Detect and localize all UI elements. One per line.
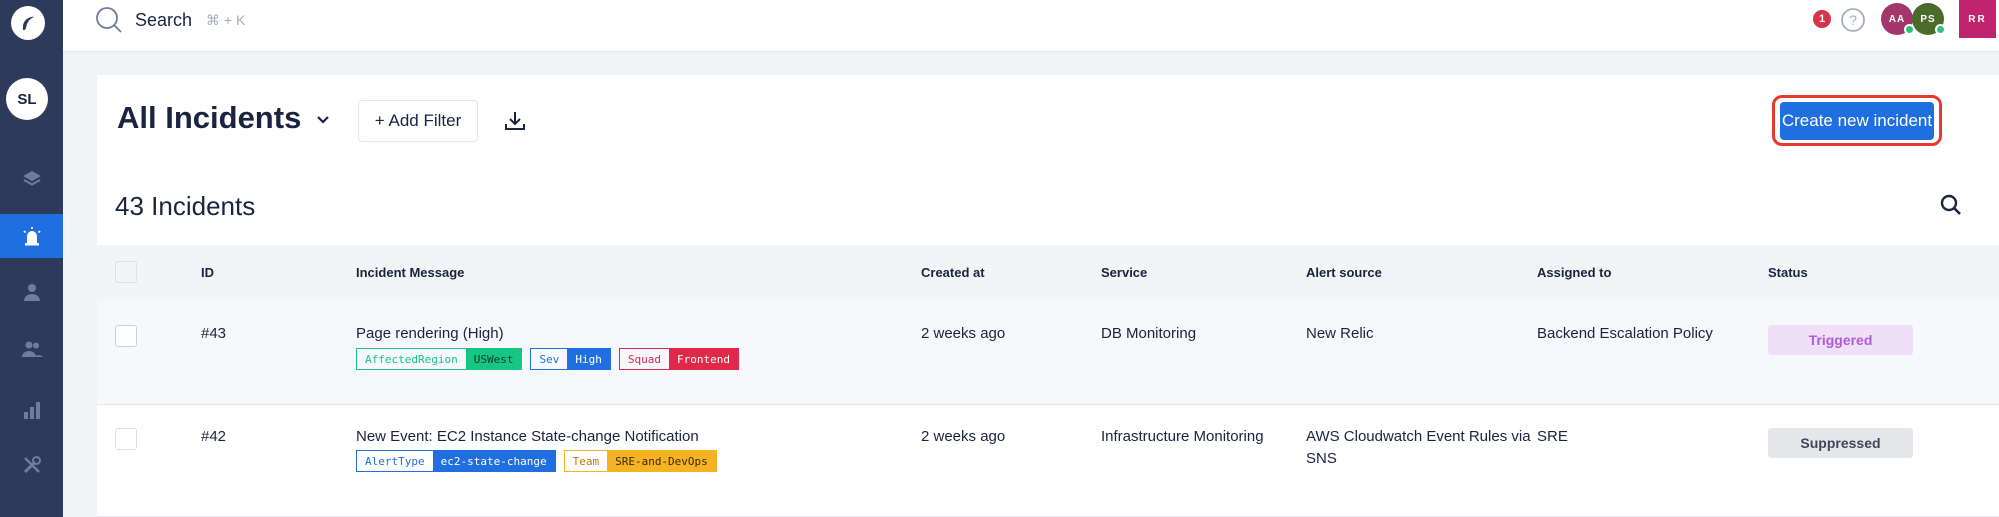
status-badge[interactable]: Triggered [1768,325,1913,355]
incident-message[interactable]: New Event: EC2 Instance State-change Not… [356,426,699,448]
tag-key: Sev [539,352,560,366]
tag-value: USWest [465,349,522,369]
table-search-icon[interactable] [1939,193,1963,222]
tag: AffectedRegion USWest [356,348,523,370]
column-header-status[interactable]: Status [1768,265,1808,280]
user-avatar[interactable]: SL [6,78,48,120]
service[interactable]: Infrastructure Monitoring [1101,426,1264,448]
svg-text:?: ? [1849,12,1857,28]
avatar-rr[interactable]: RR [1959,0,1996,38]
tag-value: ec2-state-change [432,451,555,471]
tag: Squad Frontend [618,348,739,370]
row-checkbox[interactable] [115,325,137,347]
app-logo-icon[interactable] [11,6,45,40]
tag-value: Frontend [668,349,738,369]
column-header-assigned[interactable]: Assigned to [1537,265,1611,280]
tag-value: SRE-and-DevOps [607,451,716,471]
column-header-service[interactable]: Service [1101,265,1147,280]
table-row[interactable]: #43 Page rendering (High) AffectedRegion… [97,300,1999,405]
tag: Sev High [530,348,611,370]
table-header: ID Incident Message Created at Service A… [97,245,1999,300]
tag: AlertType ec2-state-change [356,450,556,472]
user-icon[interactable] [0,270,63,314]
search-icon[interactable] [95,6,123,39]
incident-alarm-icon[interactable] [0,214,63,258]
assigned-to[interactable]: Backend Escalation Policy [1537,323,1713,345]
notification-badge[interactable]: 1 [1813,10,1831,28]
select-all-checkbox[interactable] [115,261,137,283]
status-badge[interactable]: Suppressed [1768,428,1913,458]
tag: Team SRE-and-DevOps [563,450,717,472]
tag-key: Team [572,454,600,468]
chevron-down-icon[interactable] [315,113,331,131]
help-icon[interactable]: ? [1840,7,1866,38]
page-title[interactable]: All Incidents [117,100,301,136]
tag-key: AlertType [365,454,425,468]
created-at: 2 weeks ago [921,325,1006,342]
add-filter-button[interactable]: + Add Filter [358,100,478,142]
incident-tags: AffectedRegion USWest Sev High Squad Fro… [356,348,739,370]
search-input[interactable]: Search [135,10,192,31]
tag-value: High [567,349,610,369]
column-header-id[interactable]: ID [201,265,214,280]
top-bar: Search ⌘ + K 1 ? AA PS RR [63,0,1999,52]
alert-source: New Relic [1306,325,1374,342]
column-header-alert-source[interactable]: Alert source [1306,265,1382,280]
tools-icon[interactable] [0,443,63,487]
incidents-panel: All Incidents + Add Filter Create new in… [97,75,1999,517]
team-icon[interactable] [0,327,63,371]
created-at: 2 weeks ago [921,428,1006,445]
download-icon[interactable] [502,108,528,139]
incident-id[interactable]: #42 [201,426,226,448]
column-header-created[interactable]: Created at [921,265,985,280]
incident-count: 43 Incidents [115,191,256,221]
column-header-message[interactable]: Incident Message [356,265,464,280]
search-shortcut-hint: ⌘ + K [206,12,246,28]
alert-source: AWS Cloudwatch Event Rules via [1306,428,1531,445]
table-row[interactable]: #42 New Event: EC2 Instance State-change… [97,405,1999,517]
tag-key: AffectedRegion [365,352,458,366]
row-checkbox[interactable] [115,428,137,450]
service[interactable]: DB Monitoring [1101,323,1196,345]
create-incident-button[interactable]: Create new incident [1780,102,1934,140]
incident-id[interactable]: #43 [201,323,226,345]
assigned-to[interactable]: SRE [1537,426,1568,448]
alert-source-cont: SNS [1306,450,1337,467]
tag-key: Squad [627,352,661,366]
sidebar: SL [0,0,63,517]
incident-message[interactable]: Page rendering (High) [356,323,504,345]
analytics-icon[interactable] [0,388,63,432]
online-status-dot [1935,24,1946,35]
layers-icon[interactable] [0,157,63,201]
incident-tags: AlertType ec2-state-change Team SRE-and-… [356,450,717,472]
